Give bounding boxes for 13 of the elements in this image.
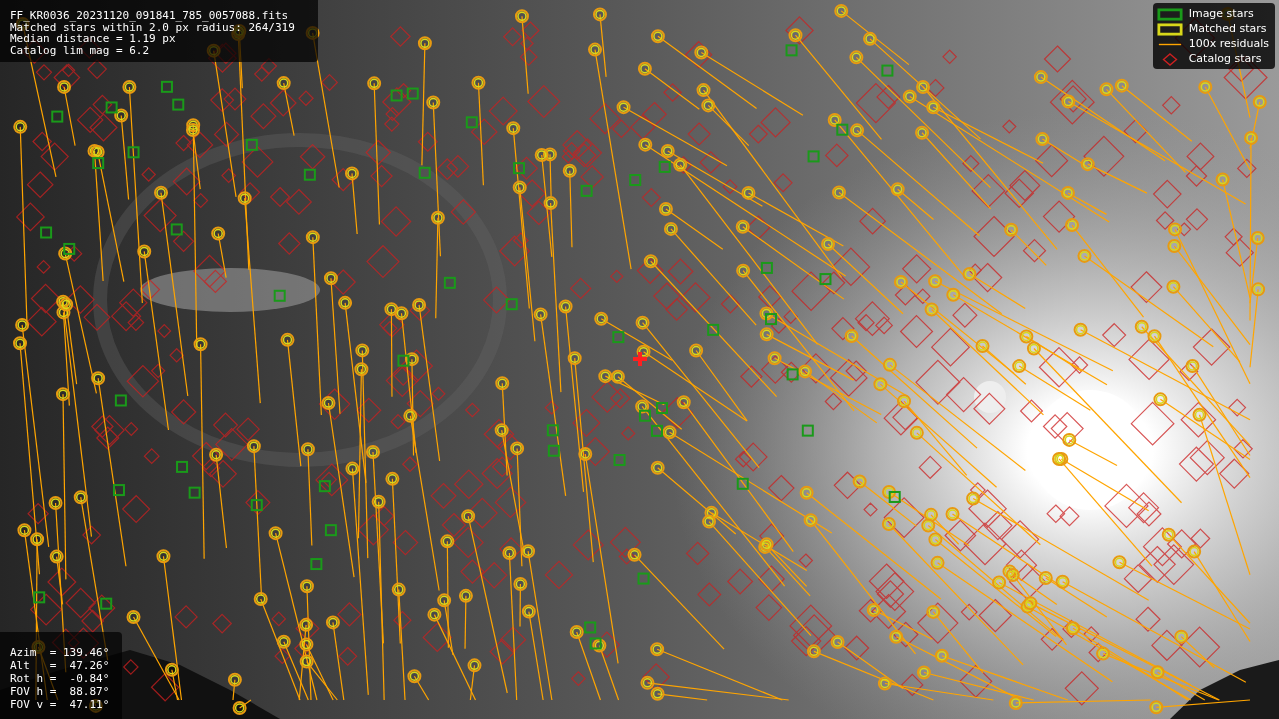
pointing-text: FOV h = 88.87° [10, 685, 110, 698]
info-text: Catalog lim mag = 6.2 [10, 44, 150, 56]
pointing-text: Alt = 47.26° [10, 659, 110, 672]
pointing-text: Rot h = -0.84° [10, 672, 110, 685]
legend-label: 100x residuals [1188, 37, 1269, 51]
pointing-text: FOV v = 47.11° [10, 698, 110, 711]
pointing-text: Azim = 139.46° [10, 646, 110, 659]
legend-label: Image stars [1188, 7, 1254, 21]
info-text: FF_KR0036_20231120_091841_785_0057088.fits [10, 10, 289, 22]
legend-label: Catalog stars [1188, 52, 1262, 66]
info-text: Median distance = 1.19 px [10, 33, 176, 45]
info-text: Matched stars within 2.0 px radius: 264/319 [10, 21, 295, 33]
legend-label: Matched stars [1188, 22, 1267, 36]
